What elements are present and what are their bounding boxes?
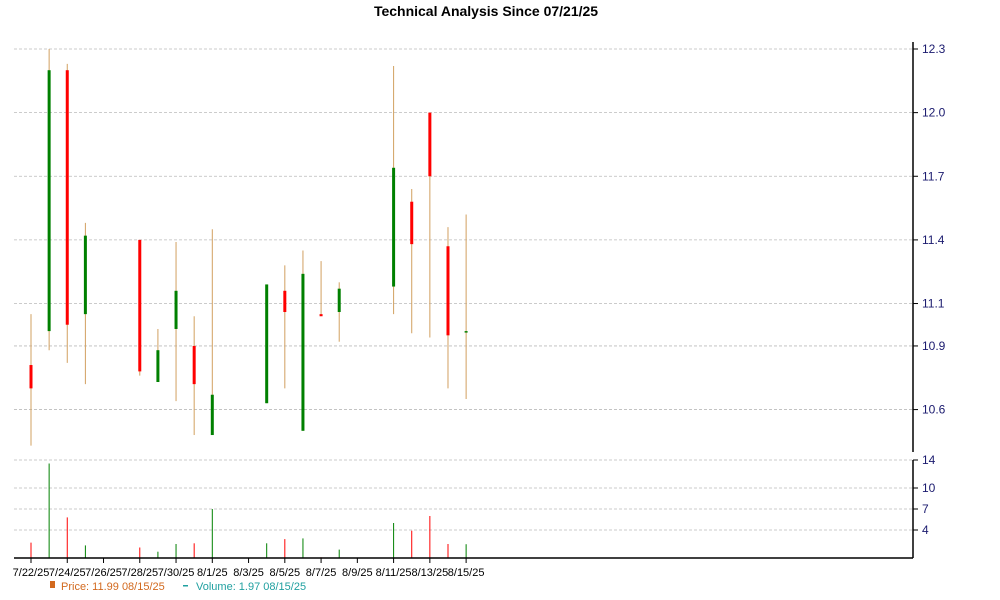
volume-tick-label: 10	[922, 481, 936, 495]
candle-body	[65, 70, 69, 325]
price-tick-label: 11.4	[922, 233, 945, 247]
price-tick-label: 12.3	[922, 42, 946, 56]
candle-body	[464, 331, 468, 333]
technical-analysis-chart: Technical Analysis Since 07/21/25 10.610…	[13, 3, 946, 593]
legend: Price: 11.99 08/15/25 Volume: 1.97 08/15…	[50, 581, 306, 593]
volume-tick-label: 14	[922, 453, 936, 467]
candle-body	[174, 290, 178, 329]
date-tick-label: 7/26/25	[85, 567, 122, 579]
candle-body	[156, 350, 160, 383]
candlestick-series	[29, 49, 468, 446]
date-tick-label: 7/22/25	[13, 567, 50, 579]
date-tick-label: 8/13/25	[412, 567, 449, 579]
candle-body	[210, 394, 214, 436]
price-legend-label: Price: 11.99 08/15/25	[61, 581, 165, 593]
volume-gridlines	[14, 459, 913, 531]
volume-legend-swatch	[183, 585, 188, 587]
volume-legend-label: Volume: 1.97 08/15/25	[196, 581, 306, 593]
chart-title: Technical Analysis Since 07/21/25	[374, 3, 598, 19]
candle-body	[47, 70, 51, 332]
price-axis-ticks: 10.6 10.9 11.1 11.4 11.7 12.0 12.3	[913, 42, 946, 417]
price-gridlines	[14, 48, 913, 410]
date-tick-label: 8/5/25	[270, 567, 301, 579]
candle-body	[83, 235, 87, 315]
volume-axis-ticks: 4 7 10 14	[913, 453, 936, 537]
candle-body	[392, 167, 396, 287]
candle-body	[265, 284, 269, 404]
candle-body	[192, 345, 196, 385]
axes	[14, 42, 914, 559]
date-tick-label: 7/30/25	[158, 567, 195, 579]
date-tick-label: 8/9/25	[342, 567, 373, 579]
date-tick-label: 8/15/25	[448, 567, 485, 579]
volume-series	[30, 463, 467, 558]
price-tick-label: 11.1	[922, 297, 945, 311]
candle-body	[319, 314, 323, 317]
price-tick-label: 10.9	[922, 339, 946, 353]
date-tick-label: 8/3/25	[233, 567, 264, 579]
price-legend-swatch	[50, 581, 55, 588]
candle-body	[410, 201, 414, 245]
date-tick-label: 8/11/25	[376, 567, 412, 579]
candle-body	[29, 365, 33, 389]
candle-body	[337, 288, 341, 313]
date-tick-label: 7/28/25	[121, 567, 158, 579]
price-tick-label: 12.0	[922, 106, 946, 120]
candle-body	[446, 246, 450, 336]
candle-body	[428, 112, 432, 177]
volume-tick-label: 4	[922, 523, 929, 537]
volume-tick-label: 7	[922, 502, 929, 516]
price-tick-label: 11.7	[922, 169, 945, 183]
price-tick-label: 10.6	[922, 403, 946, 417]
candle-body	[301, 273, 305, 431]
candle-body	[138, 239, 142, 372]
date-axis-ticks: 7/22/25 7/24/25 7/26/25 7/28/25 7/30/25 8/1/2…	[13, 558, 485, 579]
date-tick-label: 7/24/25	[49, 567, 86, 579]
date-tick-label: 8/1/25	[197, 567, 228, 579]
candle-body	[283, 290, 287, 313]
date-tick-label: 8/7/25	[306, 567, 337, 579]
